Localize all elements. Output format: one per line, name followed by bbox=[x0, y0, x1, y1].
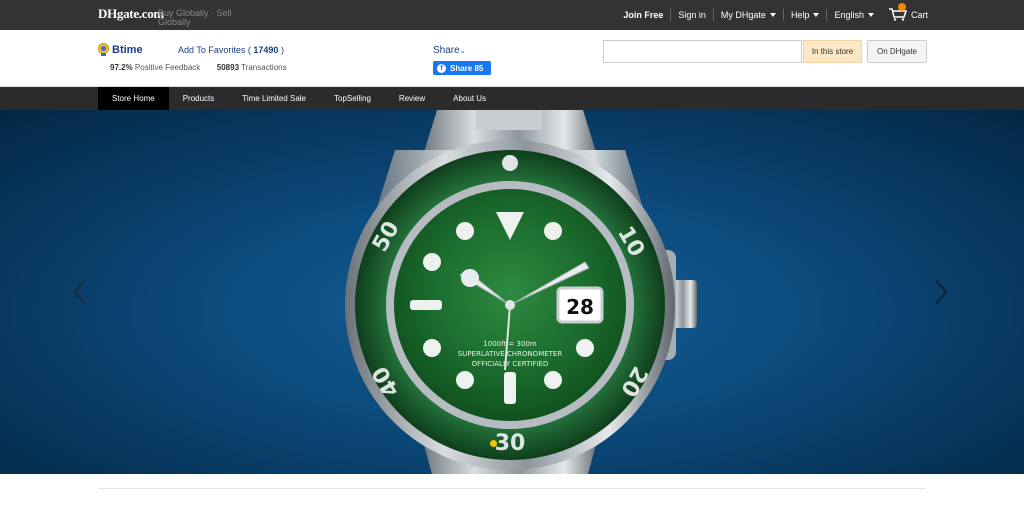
divider bbox=[98, 488, 926, 489]
cart-label: Cart bbox=[910, 10, 928, 20]
add-to-favorites-link[interactable]: Add To Favorites ( 17490 ) bbox=[178, 45, 284, 55]
chevron-down-icon bbox=[769, 13, 776, 17]
dial-depth-text: 1000ft = 300m bbox=[483, 340, 537, 348]
store-header: Btime Add To Favorites ( 17490 ) 97.2% P… bbox=[0, 30, 1024, 87]
feedback-percent: 97.2% bbox=[110, 63, 133, 72]
favorites-close: ) bbox=[280, 45, 284, 55]
transactions-count: 50893 bbox=[216, 63, 240, 72]
fb-share-count: 85 bbox=[474, 63, 484, 73]
hero-banner[interactable]: 10 20 30 40 50 28 1000ft = 300m SUPERLAT… bbox=[0, 110, 1024, 474]
store-name-link[interactable]: Btime bbox=[112, 44, 143, 56]
tagline: Buy Globally · Sell Globally bbox=[158, 8, 232, 27]
top-bar: DHgate.com Buy Globally · Sell Globally … bbox=[0, 0, 1024, 30]
cart-link[interactable]: Cart bbox=[881, 3, 928, 23]
nav-review[interactable]: Review bbox=[385, 87, 439, 110]
share-menu[interactable]: Share⌄ bbox=[433, 45, 466, 56]
seller-medal-icon bbox=[98, 43, 109, 61]
help-label: Help bbox=[790, 10, 810, 20]
date-window: 28 bbox=[566, 295, 594, 319]
feedback-label: Positive Feedback bbox=[134, 63, 201, 72]
bezel-number-30: 30 bbox=[495, 431, 526, 456]
nav-time-limited-sale[interactable]: Time Limited Sale bbox=[228, 87, 320, 110]
nav-products[interactable]: Products bbox=[169, 87, 229, 110]
my-dhgate-label: My DHgate bbox=[720, 10, 766, 20]
carousel-next-button[interactable] bbox=[933, 278, 949, 311]
dial-certified-text: OFFICIALLY CERTIFIED bbox=[472, 360, 549, 368]
carousel-prev-button[interactable] bbox=[72, 278, 88, 311]
favorites-count: 17490 bbox=[253, 45, 279, 55]
search-in-store-button[interactable]: In this store bbox=[803, 40, 862, 63]
facebook-icon: f bbox=[437, 63, 446, 73]
help-menu[interactable]: Help bbox=[784, 10, 827, 20]
chevron-down-icon bbox=[867, 13, 874, 17]
favorites-label: Add To Favorites ( bbox=[178, 45, 251, 55]
store-nav: Store Home Products Time Limited Sale To… bbox=[0, 87, 1024, 110]
top-nav: Join Free Sign in My DHgate Help English bbox=[616, 0, 928, 30]
dhgate-logo[interactable]: DHgate.com bbox=[98, 6, 164, 22]
watch-image: 10 20 30 40 50 28 1000ft = 300m SUPERLAT… bbox=[345, 110, 697, 474]
fb-share-label: Share bbox=[450, 63, 473, 73]
search-input[interactable] bbox=[603, 40, 802, 63]
carousel-indicator-dot[interactable] bbox=[490, 440, 497, 447]
sign-in-link[interactable]: Sign in bbox=[671, 10, 713, 20]
language-label: English bbox=[834, 10, 864, 20]
language-menu[interactable]: English bbox=[827, 10, 881, 20]
share-label: Share bbox=[433, 45, 460, 56]
join-free-link[interactable]: Join Free bbox=[616, 10, 670, 20]
dial-chronometer-text: SUPERLATIVE CHRONOMETER bbox=[458, 350, 563, 358]
store-stats: 97.2% Positive Feedback 50893 Transactio… bbox=[110, 63, 287, 72]
chevron-down-icon bbox=[813, 13, 820, 17]
transactions-label: Transactions bbox=[241, 63, 287, 72]
cart-icon bbox=[888, 3, 908, 23]
search-on-dhgate-button[interactable]: On DHgate bbox=[867, 40, 927, 63]
nav-topselling[interactable]: TopSelling bbox=[320, 87, 385, 110]
cart-count-badge bbox=[897, 3, 906, 11]
chevron-down-icon: ⌄ bbox=[459, 48, 466, 55]
my-dhgate-menu[interactable]: My DHgate bbox=[714, 10, 783, 20]
nav-store-home[interactable]: Store Home bbox=[98, 87, 169, 110]
nav-about-us[interactable]: About Us bbox=[439, 87, 500, 110]
facebook-share-button[interactable]: f Share 85 bbox=[433, 61, 491, 75]
